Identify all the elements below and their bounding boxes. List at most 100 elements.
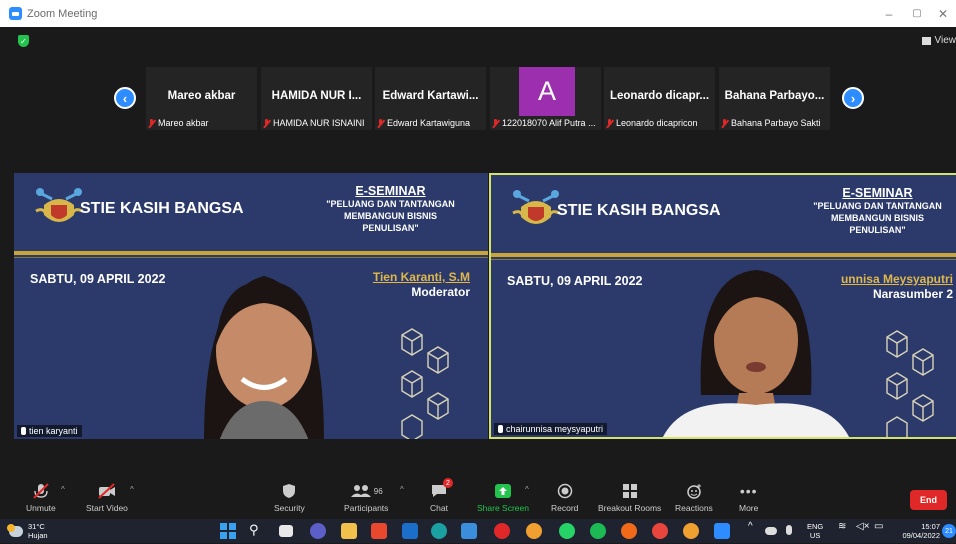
participant-label: 122018070 Alif Putra ... <box>502 118 596 128</box>
participant-display-name: HAMIDA NUR I... <box>261 90 372 102</box>
participant-video-person <box>164 251 364 439</box>
gallery-next-button[interactable]: › <box>842 87 864 109</box>
chat-button[interactable]: 2 Chat <box>430 481 448 513</box>
mic-muted-icon <box>606 119 613 128</box>
opera-icon[interactable] <box>494 523 510 539</box>
reactions-button[interactable]: Reactions <box>675 481 713 513</box>
whatsapp-icon[interactable] <box>559 523 575 539</box>
gallery-prev-button[interactable]: ‹ <box>114 87 136 109</box>
participant-tile[interactable]: Mareo akbar Mareo akbar <box>146 67 257 130</box>
more-button[interactable]: ••• More <box>739 481 758 513</box>
mic-muted-icon <box>32 482 50 500</box>
school-name: STIE KASIH BANGSA <box>80 200 244 218</box>
language-code: ENG <box>807 522 823 531</box>
school-logo-icon <box>511 187 561 233</box>
teams-chat-icon[interactable] <box>310 523 326 539</box>
chrome-alt-icon[interactable] <box>683 523 699 539</box>
participant-tile[interactable]: Edward Kartawi... Edward Kartawiguna <box>375 67 486 130</box>
volume-icon[interactable]: ◁× <box>856 522 870 531</box>
chrome-profile-icon[interactable] <box>652 523 668 539</box>
weather-icon <box>9 526 23 537</box>
school-logo-icon <box>34 185 84 231</box>
mic-muted-icon <box>263 119 270 128</box>
participant-avatar: A <box>519 67 575 116</box>
end-meeting-button[interactable]: End <box>910 490 947 510</box>
seminar-line: MEMBANGUN BISNIS <box>303 210 478 222</box>
start-menu-icon[interactable] <box>220 523 236 539</box>
share-options-chevron-icon[interactable]: ^ <box>525 485 529 494</box>
more-dots-icon: ••• <box>740 481 758 501</box>
participant-display-name: Edward Kartawi... <box>375 90 486 102</box>
video-name-label: chairunnisa meysyaputri <box>494 423 607 435</box>
participant-display-name: Leonardo dicapr... <box>604 90 715 102</box>
temperature: 31°C <box>28 522 48 531</box>
seminar-head: E-SEMINAR <box>303 184 478 198</box>
unmute-label: Unmute <box>26 503 56 513</box>
share-screen-button[interactable]: Share Screen <box>477 481 529 513</box>
participants-options-chevron-icon[interactable]: ^ <box>400 485 404 494</box>
chrome-icon[interactable] <box>526 523 542 539</box>
keyboard-layout: US <box>807 531 823 540</box>
vscode-icon[interactable] <box>461 523 477 539</box>
mic-icon <box>498 425 503 433</box>
security-button[interactable]: Security <box>274 481 305 513</box>
minimize-button[interactable]: – <box>876 0 902 27</box>
seminar-line: MEMBANGUN BISNIS <box>790 212 956 224</box>
participants-count: 96 <box>374 487 383 496</box>
office-icon[interactable] <box>371 523 387 539</box>
onedrive-icon[interactable] <box>765 527 777 535</box>
participant-tile[interactable]: Leonardo dicapr... Leonardo dicapricon <box>604 67 715 130</box>
seminar-line: PENULISAN" <box>303 222 478 234</box>
participant-display-name: Bahana Parbayo... <box>719 90 830 102</box>
participant-tile[interactable]: HAMIDA NUR I... HAMIDA NUR ISNAINI <box>261 67 372 130</box>
tray-mic-icon[interactable] <box>786 525 792 535</box>
books-decoration-icon <box>883 315 943 439</box>
file-explorer-icon[interactable] <box>341 523 357 539</box>
meeting-stage: ✓ View ‹ › Mareo akbar Mareo akbar HAMID… <box>0 27 956 473</box>
share-screen-icon <box>495 484 511 498</box>
speaker-name: Tien Karanti, S.M <box>373 270 470 285</box>
zoom-taskbar-icon[interactable] <box>714 523 730 539</box>
smiley-icon <box>686 483 702 499</box>
seminar-line: PENULISAN" <box>790 224 956 236</box>
meeting-toolbar: Unmute ^ Start Video ^ Security 96 Parti… <box>0 473 956 519</box>
search-icon[interactable]: ⚲ <box>249 523 265 539</box>
clock[interactable]: 15:07 09/04/2022 <box>902 522 940 540</box>
breakout-rooms-button[interactable]: Breakout Rooms <box>598 481 661 513</box>
record-button[interactable]: Record <box>551 481 578 513</box>
video-off-icon <box>97 483 117 499</box>
notification-badge[interactable]: 21 <box>942 524 956 538</box>
task-view-icon[interactable] <box>279 525 293 537</box>
store-icon[interactable] <box>402 523 418 539</box>
language-indicator[interactable]: ENG US <box>807 522 823 540</box>
video-options-chevron-icon[interactable]: ^ <box>130 485 134 494</box>
mic-icon <box>21 427 26 435</box>
unmute-button[interactable]: Unmute <box>26 481 56 513</box>
os-taskbar: 31°CHujan ⚲ ^ ENG US ≋ ◁× ▭ 15:07 09/04/… <box>0 519 956 543</box>
brave-icon[interactable] <box>621 523 637 539</box>
start-video-button[interactable]: Start Video <box>86 481 128 513</box>
breakout-rooms-icon <box>622 483 638 499</box>
weather-text: Hujan <box>28 531 48 540</box>
spotify-icon[interactable] <box>590 523 606 539</box>
weather-widget[interactable]: 31°CHujan <box>9 522 48 540</box>
reactions-label: Reactions <box>675 503 713 513</box>
participants-button[interactable]: 96 Participants <box>344 481 388 513</box>
maximize-button[interactable]: ▢ <box>904 0 930 27</box>
video-tile-moderator[interactable]: STIE KASIH BANGSA E-SEMINAR "PELUANG DAN… <box>14 173 488 439</box>
video-tile-speaker[interactable]: STIE KASIH BANGSA E-SEMINAR "PELUANG DAN… <box>489 173 956 439</box>
participants-label: Participants <box>344 503 388 513</box>
tray-overflow-icon[interactable]: ^ <box>748 522 753 531</box>
audio-options-chevron-icon[interactable]: ^ <box>61 485 65 494</box>
view-button[interactable]: View <box>922 35 956 46</box>
close-button[interactable]: ✕ <box>930 0 956 27</box>
edge-icon[interactable] <box>431 523 447 539</box>
wifi-icon[interactable]: ≋ <box>838 522 846 531</box>
encryption-shield-icon[interactable]: ✓ <box>18 35 29 47</box>
speaker-caption: Tien Karanti, S.M Moderator <box>373 270 470 300</box>
zoom-app-icon <box>9 7 22 20</box>
participant-tile[interactable]: Bahana Parbayo... Bahana Parbayo Sakti <box>719 67 830 130</box>
seminar-title: E-SEMINAR "PELUANG DAN TANTANGAN MEMBANG… <box>303 184 478 234</box>
battery-icon[interactable]: ▭ <box>874 522 883 531</box>
participant-display-name: Mareo akbar <box>146 90 257 102</box>
